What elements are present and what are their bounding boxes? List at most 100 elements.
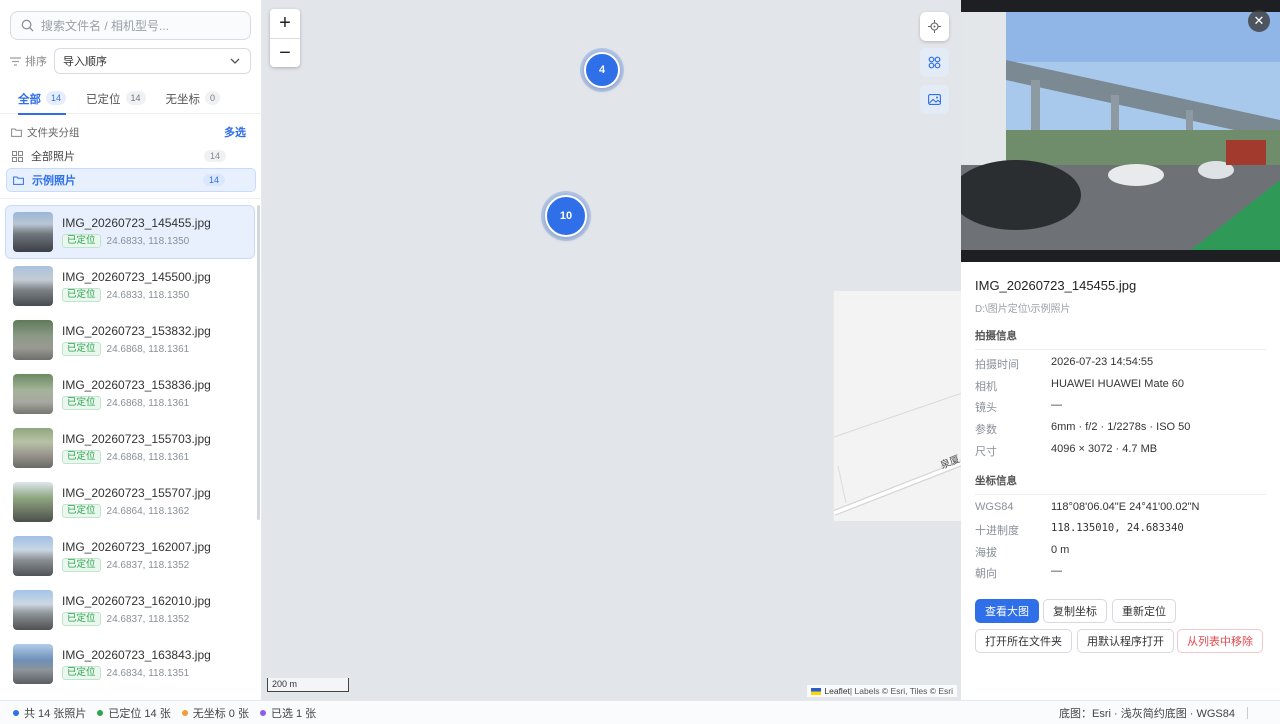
photo-thumbnail (13, 266, 53, 306)
crosshair-icon (928, 20, 941, 33)
photo-thumbnail (13, 374, 53, 414)
status-total: 共 14 张照片 (13, 705, 86, 721)
info-row-wgs84: WGS84 118°08'06.04"E 24°41'00.02"N (975, 501, 1266, 513)
located-tag: 已定位 (62, 234, 101, 248)
photo-list-item[interactable]: IMG_20260723_153832.jpg 已定位 24.6868, 118.1… (5, 313, 255, 367)
located-tag: 已定位 (62, 504, 101, 518)
photo-thumbnail (13, 428, 53, 468)
tab-no-coords[interactable]: 无坐标 0 (166, 86, 221, 114)
map-cluster-marker[interactable]: 4 (584, 52, 620, 88)
photo-list-item[interactable]: IMG_20260723_145455.jpg 已定位 24.6833, 118.1… (5, 205, 255, 259)
folder-sample-photos-count: 14 (202, 174, 225, 186)
list-scrollbar[interactable] (257, 205, 260, 520)
status-bar: 共 14 张照片 已定位 14 张 无坐标 0 张 已选 1 张 底图：Esri… (0, 700, 1280, 724)
info-value: — (1051, 399, 1062, 411)
photo-layer-button[interactable] (920, 85, 949, 114)
info-value: 2026-07-23 14:54:55 (1051, 356, 1154, 368)
open-default-button[interactable]: 用默认程序打开 (1077, 629, 1174, 653)
tab-located[interactable]: 已定位 14 (86, 86, 146, 114)
info-row-params: 参数 6mm · f/2 · 1/2278s · ISO 50 (975, 421, 1266, 437)
zoom-in-button[interactable]: + (270, 9, 300, 38)
photo-filename: IMG_20260723_162010.jpg (62, 594, 211, 608)
photo-filename: IMG_20260723_162007.jpg (62, 540, 211, 554)
photo-list-item[interactable]: IMG_20260723_155703.jpg 已定位 24.6868, 118.1… (5, 421, 255, 475)
photo-thumbnail (13, 212, 53, 252)
map-scale: 200 m (267, 678, 349, 692)
relocate-button[interactable]: 重新定位 (1112, 599, 1176, 623)
map-cluster-marker[interactable]: 10 (545, 195, 587, 237)
photo-filename: IMG_20260723_145455.jpg (62, 216, 211, 230)
info-key: 镜头 (975, 402, 997, 414)
detail-panel: ✕ IMG_20260723_145455.jpg D:\图片定位\示例照片 拍… (961, 0, 1280, 700)
view-large-button[interactable]: 查看大图 (975, 599, 1039, 623)
sidebar: 排序 导入顺序 全部 14 已定位 14 无坐标 0 文件夹分组 多选 全部照片… (0, 0, 262, 700)
photo-list-item[interactable]: IMG_20260723_162010.jpg 已定位 24.6837, 118.1… (5, 583, 255, 637)
copy-coords-button[interactable]: 复制坐标 (1043, 599, 1107, 623)
tab-all-label: 全部 (18, 94, 41, 106)
shooting-info-section: 拍摄信息 (975, 328, 1266, 350)
folder-group-title: 文件夹分组 (11, 125, 80, 140)
zoom-out-button[interactable]: − (270, 38, 300, 67)
search-icon (21, 19, 34, 32)
info-key: 十进制度 (975, 525, 1019, 537)
tab-located-label: 已定位 (86, 94, 121, 106)
info-value: — (1051, 565, 1062, 577)
coord-info-section: 坐标信息 (975, 473, 1266, 495)
dot-icon (181, 709, 188, 716)
photo-coords: 24.6868, 118.1361 (106, 451, 190, 463)
info-row-time: 拍摄时间 2026-07-23 14:54:55 (975, 356, 1266, 372)
multi-select-button[interactable]: 多选 (224, 124, 246, 140)
dot-icon (97, 709, 104, 716)
photo-list-item[interactable]: IMG_20260723_155707.jpg 已定位 24.6864, 118.1… (5, 475, 255, 529)
photo-list-item[interactable]: IMG_20260723_163843.jpg 已定位 24.6834, 118.1… (5, 637, 255, 691)
info-key: 海拔 (975, 547, 997, 559)
located-tag: 已定位 (62, 612, 101, 626)
open-folder-button[interactable]: 打开所在文件夹 (975, 629, 1072, 653)
status-total-text: 共 14 张照片 (24, 707, 87, 720)
folder-all-photos-count: 14 (203, 150, 226, 162)
leaflet-link[interactable]: Leaflet (824, 686, 850, 696)
detail-filename: IMG_20260723_145455.jpg (975, 278, 1137, 293)
photo-list: IMG_20260723_145455.jpg 已定位 24.6833, 118.1… (5, 205, 255, 695)
photo-preview[interactable]: ✕ (961, 0, 1280, 262)
info-row-size: 尺寸 4096 × 3072 · 4.7 MB (975, 443, 1266, 459)
road-lines: 泉厦 (832, 392, 961, 516)
photo-thumbnail (13, 320, 53, 360)
located-tag: 已定位 (62, 450, 101, 464)
zoom-control: + − (270, 9, 300, 67)
info-value: 4096 × 3072 · 4.7 MB (1051, 443, 1158, 455)
search-input[interactable] (41, 18, 231, 33)
folder-group-label: 文件夹分组 (27, 126, 80, 139)
photo-list-item[interactable]: IMG_20260723_145500.jpg 已定位 24.6833, 118.1… (5, 259, 255, 313)
close-button[interactable]: ✕ (1248, 10, 1270, 32)
info-key: 相机 (975, 381, 997, 393)
photo-list-item[interactable]: IMG_20260723_153836.jpg 已定位 24.6868, 118.1… (5, 367, 255, 421)
photo-filename: IMG_20260723_163843.jpg (62, 648, 211, 662)
chevron-down-icon (230, 58, 240, 64)
photo-list-item[interactable]: IMG_20260723_162007.jpg 已定位 24.6837, 118.1… (5, 529, 255, 583)
info-key: 尺寸 (975, 446, 997, 458)
filter-tabs: 全部 14 已定位 14 无坐标 0 (0, 86, 262, 115)
grid-icon (12, 150, 23, 162)
tab-all[interactable]: 全部 14 (18, 86, 67, 115)
status-no-coords: 无坐标 0 张 (181, 705, 249, 721)
cluster-toggle-button[interactable] (920, 48, 949, 77)
map-view[interactable]: + − 4 10 泉厦 200 m Leaflet | Labels © Esr… (262, 0, 961, 700)
status-selected-text: 已选 1 张 (270, 707, 317, 720)
info-row-decimal: 十进制度 118.135010, 24.683340 (975, 522, 1266, 538)
folder-all-photos[interactable]: 全部照片 14 (6, 144, 256, 168)
locate-button[interactable] (920, 12, 949, 41)
remove-button[interactable]: 从列表中移除 (1177, 629, 1263, 653)
photo-filename: IMG_20260723_153832.jpg (62, 324, 211, 338)
tab-no-coords-label: 无坐标 (165, 94, 201, 106)
cluster-icon (928, 56, 941, 69)
folder-sample-photos[interactable]: 示例照片 14 (6, 168, 256, 192)
photo-coords: 24.6837, 118.1352 (106, 559, 190, 571)
sort-select[interactable]: 导入顺序 (54, 48, 251, 74)
photo-coords: 24.6833, 118.1350 (106, 289, 190, 301)
photo-thumbnail (13, 536, 53, 576)
located-tag: 已定位 (62, 342, 101, 356)
search-box[interactable] (10, 11, 251, 40)
sort-label-text: 排序 (25, 56, 47, 68)
status-no-coords-text: 无坐标 0 张 (192, 707, 249, 720)
